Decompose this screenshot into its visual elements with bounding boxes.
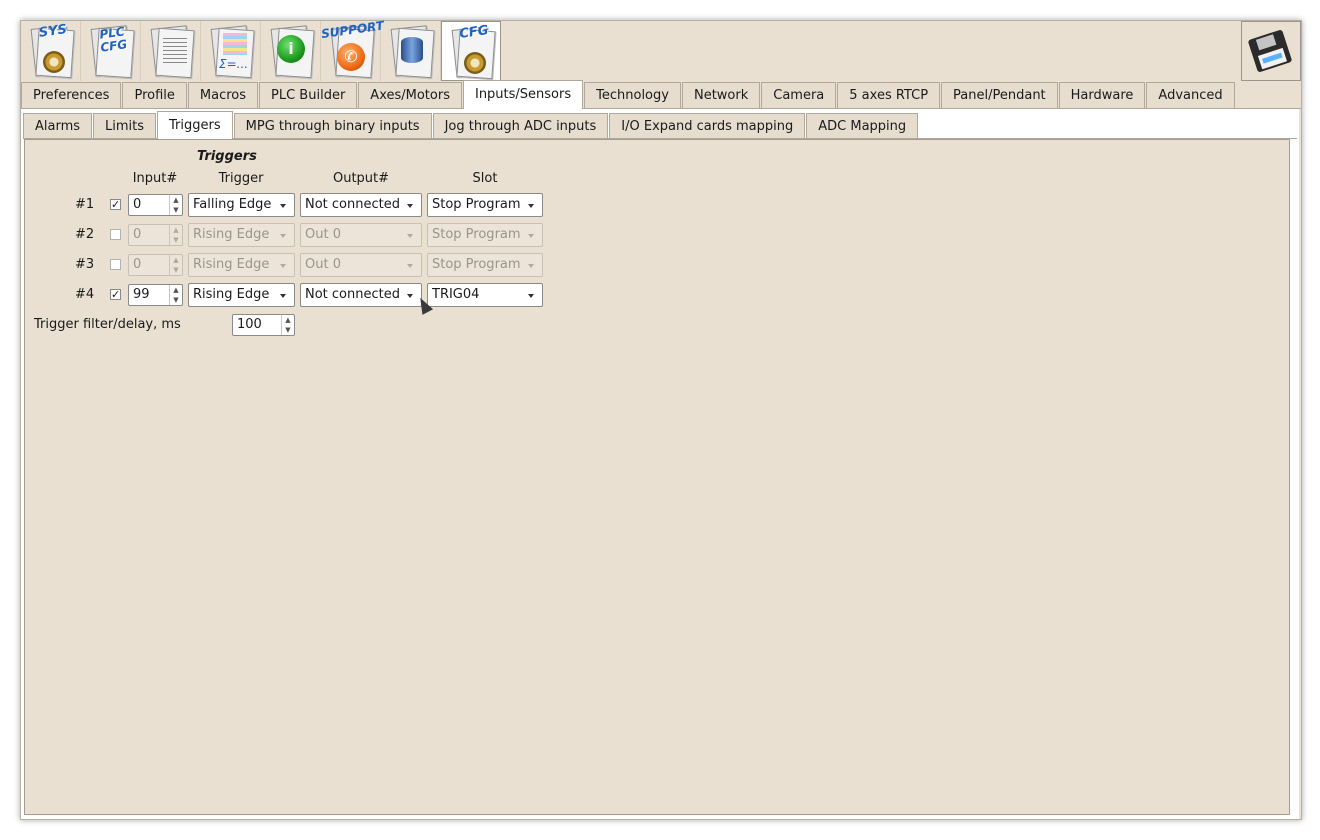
trigger-row-label: #2 [75, 227, 95, 242]
column-header-slot: Slot [472, 171, 498, 186]
chevron-down-icon [280, 294, 286, 298]
trigger-input-spinbox[interactable]: 0 ▲ ▼ [128, 254, 183, 276]
triggers-content: Triggers Input# Trigger Output# Slot #1 … [24, 139, 1290, 815]
spin-arrows-icon[interactable]: ▲ ▼ [169, 255, 182, 275]
chevron-down-icon [528, 204, 534, 208]
sub-tab-bar: Alarms Limits Triggers MPG through binar… [23, 111, 1297, 139]
trigger-enable-checkbox[interactable] [110, 229, 121, 240]
tab-limits[interactable]: Limits [93, 113, 157, 138]
variables-button[interactable]: Σ=... [201, 21, 261, 81]
column-header-input: Input# [132, 171, 178, 186]
spin-arrows-icon[interactable]: ▲ ▼ [281, 315, 294, 335]
trigger-slot-select[interactable]: Stop Program [427, 253, 543, 277]
tab-alarms[interactable]: Alarms [23, 113, 93, 138]
save-button[interactable] [1241, 21, 1301, 81]
trigger-slot-select[interactable]: Stop Program [427, 223, 543, 247]
tab-adc-mapping[interactable]: ADC Mapping [806, 113, 919, 138]
spin-arrows-icon[interactable]: ▲ ▼ [169, 285, 182, 305]
info-button[interactable]: i [261, 21, 321, 81]
support-button[interactable]: SUPPORT ✆ [320, 18, 385, 81]
main-tab-bar: Preferences Profile Macros PLC Builder A… [21, 80, 1301, 109]
plc-config-button[interactable]: PLC CFG [81, 21, 141, 81]
chevron-down-icon [280, 264, 286, 268]
database-icon [401, 37, 423, 63]
app-window: SYS PLC CFG Σ=... i SUPPORT ✆ CFG Prefer… [20, 18, 1302, 820]
floppy-disk-icon [1247, 29, 1293, 73]
tab-network[interactable]: Network [681, 82, 761, 108]
trigger-edge-select[interactable]: Falling Edge [188, 193, 295, 217]
tab-hardware[interactable]: Hardware [1058, 82, 1146, 108]
chevron-down-icon [407, 234, 413, 238]
spin-arrows-icon[interactable]: ▲ ▼ [169, 225, 182, 245]
color-table-icon [223, 33, 247, 55]
tab-plc-builder[interactable]: PLC Builder [259, 82, 358, 108]
tab-camera[interactable]: Camera [761, 82, 837, 108]
phone-icon: ✆ [337, 43, 365, 71]
icon-toolbar: SYS PLC CFG Σ=... i SUPPORT ✆ CFG [21, 18, 501, 81]
chevron-down-icon [280, 234, 286, 238]
trigger-filter-spinbox[interactable]: 100 ▲ ▼ [232, 314, 295, 336]
tab-preferences[interactable]: Preferences [21, 82, 122, 108]
sum-icon: Σ=... [219, 57, 249, 71]
tab-macros[interactable]: Macros [187, 82, 259, 108]
tab-mpg-binary-inputs[interactable]: MPG through binary inputs [233, 113, 432, 138]
database-button[interactable] [381, 21, 441, 81]
trigger-filter-label: Trigger filter/delay, ms [34, 317, 181, 332]
trigger-output-select[interactable]: Out 0 [300, 223, 422, 247]
spin-arrows-icon[interactable]: ▲ ▼ [169, 195, 182, 215]
trigger-output-select[interactable]: Out 0 [300, 253, 422, 277]
text-lines-icon [163, 35, 187, 65]
tab-technology[interactable]: Technology [584, 82, 681, 108]
trigger-edge-select[interactable]: Rising Edge [188, 253, 295, 277]
trigger-slot-select[interactable]: Stop Program [427, 193, 543, 217]
gear-icon [464, 52, 486, 74]
trigger-row-label: #4 [75, 287, 95, 302]
chevron-down-icon [528, 294, 534, 298]
tab-axes-motors[interactable]: Axes/Motors [358, 82, 462, 108]
inputs-sensors-panel: Alarms Limits Triggers MPG through binar… [21, 109, 1299, 819]
trigger-edge-select[interactable]: Rising Edge [188, 283, 295, 307]
log-button[interactable] [141, 21, 201, 81]
trigger-input-spinbox[interactable]: 0 ▲ ▼ [128, 224, 183, 246]
tab-io-expand-mapping[interactable]: I/O Expand cards mapping [609, 113, 806, 138]
trigger-row-label: #3 [75, 257, 95, 272]
triggers-group-title: Triggers [197, 149, 257, 164]
trigger-row-label: #1 [75, 197, 95, 212]
trigger-enable-checkbox[interactable] [110, 259, 121, 270]
chevron-down-icon [407, 264, 413, 268]
tab-profile[interactable]: Profile [122, 82, 187, 108]
column-header-output: Output# [332, 171, 390, 186]
chevron-down-icon [407, 294, 413, 298]
trigger-enable-checkbox[interactable]: ✓ [110, 289, 121, 300]
sys-config-button[interactable]: SYS [21, 21, 81, 81]
trigger-edge-select[interactable]: Rising Edge [188, 223, 295, 247]
trigger-output-select[interactable]: Not connected [300, 283, 422, 307]
trigger-slot-select[interactable]: TRIG04 [427, 283, 543, 307]
chevron-down-icon [528, 264, 534, 268]
trigger-input-spinbox[interactable]: 0 ▲ ▼ [128, 194, 183, 216]
trigger-output-select[interactable]: Not connected [300, 193, 422, 217]
tab-jog-adc-inputs[interactable]: Jog through ADC inputs [432, 113, 609, 138]
chevron-down-icon [407, 204, 413, 208]
cfg-button[interactable]: CFG [441, 21, 501, 81]
trigger-input-spinbox[interactable]: 99 ▲ ▼ [128, 284, 183, 306]
chevron-down-icon [528, 234, 534, 238]
gear-icon [43, 51, 65, 73]
tab-triggers[interactable]: Triggers [157, 111, 233, 139]
info-icon: i [277, 35, 305, 63]
trigger-enable-checkbox[interactable]: ✓ [110, 199, 121, 210]
column-header-trigger: Trigger [218, 171, 264, 186]
chevron-down-icon [280, 204, 286, 208]
tab-panel-pendant[interactable]: Panel/Pendant [941, 82, 1058, 108]
tab-5-axes-rtcp[interactable]: 5 axes RTCP [837, 82, 941, 108]
tab-inputs-sensors[interactable]: Inputs/Sensors [462, 80, 584, 109]
tab-advanced[interactable]: Advanced [1146, 82, 1235, 108]
